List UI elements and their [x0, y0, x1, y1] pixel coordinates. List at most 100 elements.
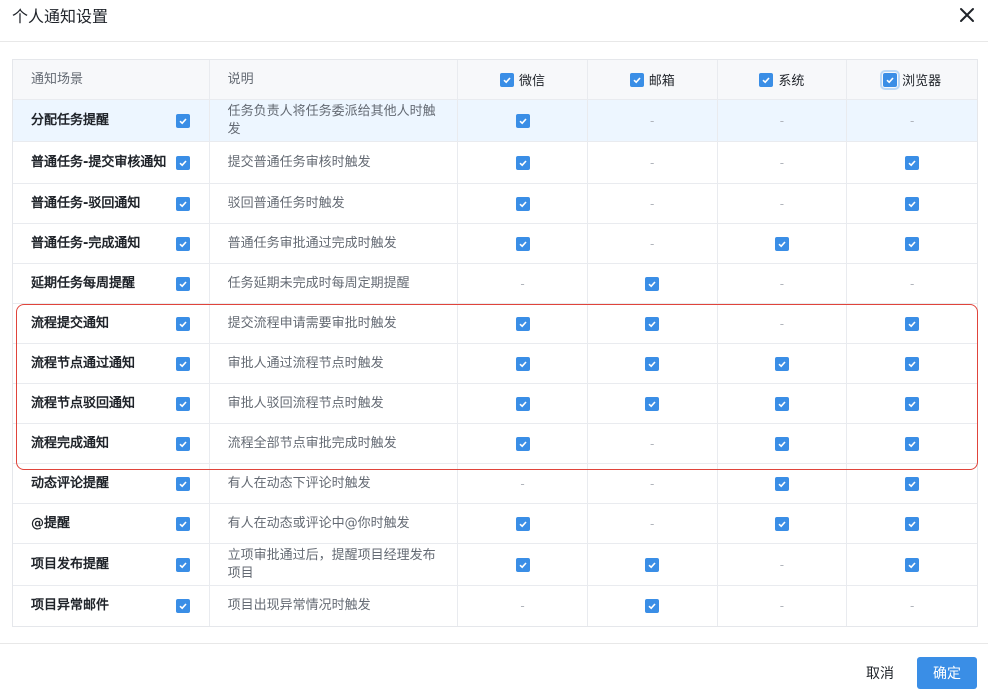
email-cell: -: [588, 184, 718, 223]
browser-checkbox[interactable]: [905, 316, 920, 331]
scene-enable-checkbox[interactable]: [175, 599, 190, 613]
email-cell: -: [588, 224, 718, 263]
wechat-checkbox[interactable]: [515, 516, 530, 531]
scene-label: 流程完成通知: [31, 435, 110, 451]
browser-checkbox[interactable]: [905, 356, 920, 371]
table-body: 分配任务提醒 任务负责人将任务委派给其他人时触发 - - - 普通任务-提交审核通知 提交普…: [13, 100, 977, 626]
scene-cell: 普通任务-提交审核通知: [13, 142, 210, 183]
header-wechat-label: 微信: [519, 74, 546, 89]
scene-label: 流程提交通知: [31, 315, 110, 331]
not-available-dash: -: [779, 196, 785, 211]
scene-label: 动态评论提醒: [31, 475, 110, 491]
system-cell: -: [718, 142, 848, 183]
scene-label: 普通任务-完成通知: [31, 235, 141, 251]
wechat-checkbox[interactable]: [515, 113, 530, 128]
scene-label: 流程节点通过通知: [31, 355, 136, 371]
system-checkbox[interactable]: [774, 476, 789, 491]
system-checkbox[interactable]: [774, 516, 789, 531]
not-available-dash: -: [909, 113, 915, 128]
wechat-checkbox[interactable]: [515, 316, 530, 331]
table-row: 分配任务提醒 任务负责人将任务委派给其他人时触发 - - -: [13, 100, 977, 142]
browser-checkbox[interactable]: [905, 236, 920, 251]
browser-checkbox[interactable]: [905, 155, 920, 170]
wechat-checkbox[interactable]: [515, 356, 530, 371]
scene-cell: 普通任务-完成通知: [13, 224, 210, 263]
close-icon[interactable]: [956, 4, 978, 26]
scene-enable-checkbox[interactable]: [175, 155, 190, 170]
system-cell: -: [718, 586, 848, 626]
scene-cell: 流程提交通知: [13, 304, 210, 343]
browser-checkbox[interactable]: [905, 476, 920, 491]
browser-cell: -: [847, 100, 977, 141]
description-cell: 审批人驳回流程节点时触发: [210, 384, 459, 423]
wechat-cell: -: [458, 264, 588, 303]
scene-enable-checkbox[interactable]: [175, 396, 190, 411]
browser-checkbox[interactable]: [905, 396, 920, 411]
scene-enable-checkbox[interactable]: [175, 557, 190, 572]
scene-label: 普通任务-提交审核通知: [31, 154, 167, 170]
scene-cell: 流程节点驳回通知: [13, 384, 210, 423]
table-row: 流程节点通过通知 审批人通过流程节点时触发: [13, 344, 977, 384]
select-all-system-checkbox[interactable]: [759, 72, 774, 87]
email-cell: -: [588, 142, 718, 183]
email-checkbox[interactable]: [645, 356, 660, 371]
wechat-cell: [458, 384, 588, 423]
system-cell: [718, 384, 848, 423]
wechat-checkbox[interactable]: [515, 196, 530, 211]
wechat-cell: [458, 142, 588, 183]
scene-enable-checkbox[interactable]: [175, 516, 190, 531]
scene-enable-checkbox[interactable]: [175, 236, 190, 251]
wechat-cell: [458, 504, 588, 543]
confirm-button[interactable]: 确定: [917, 657, 977, 689]
wechat-cell: -: [458, 464, 588, 503]
scene-enable-checkbox[interactable]: [175, 476, 190, 491]
email-cell: [588, 544, 718, 585]
system-checkbox[interactable]: [774, 236, 789, 251]
scene-enable-checkbox[interactable]: [175, 356, 190, 371]
browser-checkbox[interactable]: [905, 557, 920, 572]
browser-cell: [847, 184, 977, 223]
not-available-dash: -: [779, 599, 785, 613]
not-available-dash: -: [650, 113, 655, 128]
wechat-checkbox[interactable]: [515, 436, 530, 451]
system-cell: -: [718, 544, 848, 585]
scene-label: @提醒: [31, 515, 71, 531]
scene-enable-checkbox[interactable]: [175, 196, 190, 211]
description-cell: 审批人通过流程节点时触发: [210, 344, 459, 383]
header-system-label: 系统: [778, 74, 805, 89]
cancel-button[interactable]: 取消: [856, 659, 904, 687]
select-all-email-checkbox[interactable]: [629, 72, 644, 87]
system-checkbox[interactable]: [774, 396, 789, 411]
wechat-checkbox[interactable]: [515, 155, 530, 170]
not-available-dash: -: [520, 476, 525, 491]
wechat-checkbox[interactable]: [515, 396, 530, 411]
email-checkbox[interactable]: [645, 599, 660, 613]
description-cell: 任务负责人将任务委派给其他人时触发: [210, 100, 459, 141]
wechat-checkbox[interactable]: [515, 557, 530, 572]
email-checkbox[interactable]: [645, 276, 660, 291]
email-checkbox[interactable]: [645, 396, 660, 411]
browser-checkbox[interactable]: [905, 516, 920, 531]
table-row: 普通任务-驳回通知 驳回普通任务时触发 - -: [13, 184, 977, 224]
scene-enable-checkbox[interactable]: [175, 276, 190, 291]
email-checkbox[interactable]: [645, 316, 660, 331]
scene-enable-checkbox[interactable]: [175, 113, 190, 128]
browser-cell: [847, 464, 977, 503]
system-checkbox[interactable]: [774, 356, 789, 371]
browser-checkbox[interactable]: [905, 436, 920, 451]
header-browser: 浏览器: [847, 60, 977, 99]
scene-enable-checkbox[interactable]: [175, 436, 190, 451]
wechat-checkbox[interactable]: [515, 236, 530, 251]
system-cell: -: [718, 100, 848, 141]
email-checkbox[interactable]: [645, 557, 660, 572]
system-checkbox[interactable]: [774, 436, 789, 451]
scene-label: 普通任务-驳回通知: [31, 195, 141, 211]
select-all-wechat-checkbox[interactable]: [500, 72, 515, 87]
browser-checkbox[interactable]: [905, 196, 920, 211]
table-header-row: 通知场景 说明 微信 邮箱 系统 浏览器: [13, 60, 977, 100]
select-all-browser-checkbox[interactable]: [880, 69, 901, 90]
scene-enable-checkbox[interactable]: [175, 316, 190, 331]
wechat-cell: [458, 100, 588, 141]
not-available-dash: -: [650, 196, 655, 211]
table-row: 项目发布提醒 立项审批通过后，提醒项目经理发布项目 -: [13, 544, 977, 586]
